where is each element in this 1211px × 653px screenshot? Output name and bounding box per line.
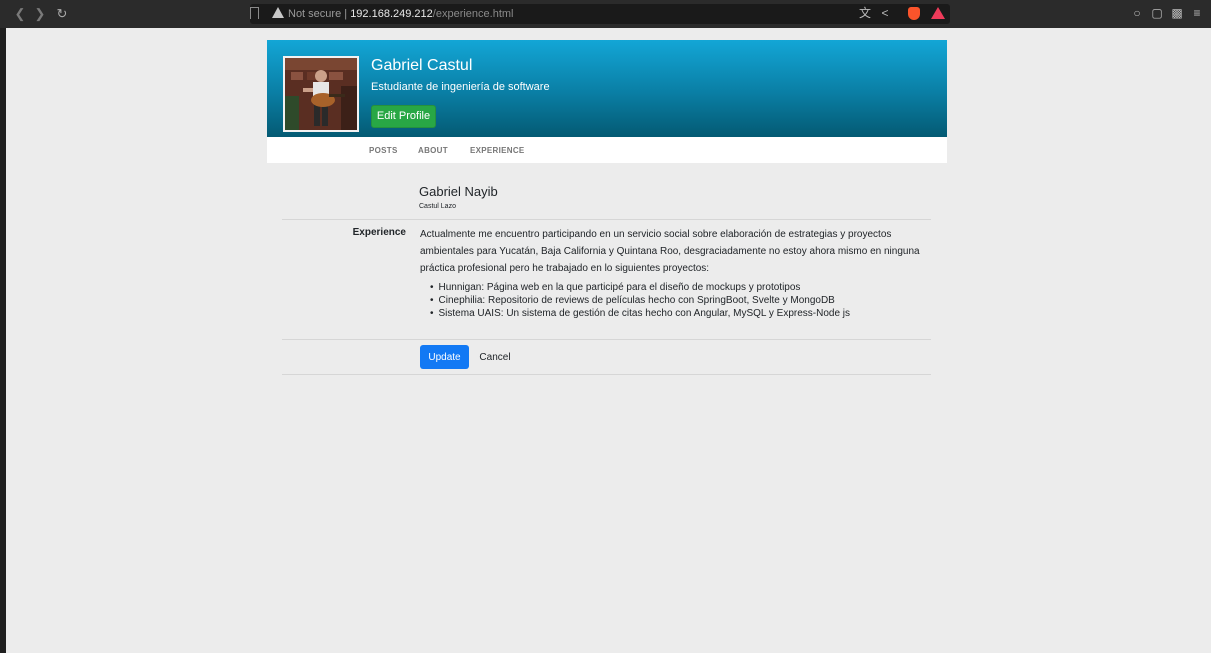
- list-item: Cinephilia: Repositorio de reviews de pe…: [430, 294, 950, 307]
- url-host: 192.168.249.212: [350, 8, 433, 20]
- brave-shield-icon[interactable]: [908, 7, 920, 20]
- forward-icon[interactable]: ❯: [32, 6, 48, 22]
- last-name: Castul Lazo: [419, 203, 456, 210]
- security-label: Not secure: [288, 8, 342, 20]
- page-viewport: Gabriel Castul Estudiante de ingeniería …: [6, 28, 1211, 653]
- share-icon[interactable]: <: [878, 6, 892, 20]
- divider: [282, 374, 931, 375]
- divider: [282, 219, 931, 220]
- tab-about[interactable]: ABOUT: [418, 146, 448, 155]
- list-item: Sistema UAIS: Un sistema de gestión de c…: [430, 307, 950, 320]
- url-path: /experience.html: [432, 8, 514, 20]
- project-list: Hunnigan: Página web en la que participé…: [430, 281, 950, 320]
- reload-icon[interactable]: ↻: [54, 6, 70, 22]
- sidebar-icon[interactable]: ▢: [1150, 6, 1164, 20]
- divider: [282, 339, 931, 340]
- profile-tabs: POSTS ABOUT EXPERIENCE: [267, 137, 947, 163]
- list-item: Hunnigan: Página web en la que participé…: [430, 281, 950, 294]
- bookmark-icon[interactable]: [250, 7, 259, 19]
- tab-posts[interactable]: POSTS: [369, 146, 398, 155]
- experience-label: Experience: [352, 227, 406, 238]
- profile-name: Gabriel Castul: [371, 57, 473, 74]
- brave-rewards-icon[interactable]: [931, 7, 945, 19]
- update-button[interactable]: Update: [420, 345, 469, 369]
- url-text[interactable]: Not secure | 192.168.249.212/experience.…: [288, 6, 514, 22]
- warning-icon: [272, 7, 284, 18]
- experience-description[interactable]: Actualmente me encuentro participando en…: [420, 226, 940, 277]
- cancel-button[interactable]: Cancel: [473, 345, 517, 369]
- tab-experience[interactable]: EXPERIENCE: [470, 146, 525, 155]
- menu-icon[interactable]: ≡: [1190, 6, 1204, 20]
- back-icon[interactable]: ❮: [12, 6, 28, 22]
- browser-toolbar: ❮ ❯ ↻ Not secure | 192.168.249.212/exper…: [0, 0, 1211, 28]
- edit-profile-button[interactable]: Edit Profile: [371, 105, 436, 128]
- extensions-icon[interactable]: ○: [1130, 6, 1144, 20]
- full-name: Gabriel Nayib: [419, 184, 498, 199]
- profile-header: Gabriel Castul Estudiante de ingeniería …: [267, 40, 947, 137]
- profile-tagline: Estudiante de ingeniería de software: [371, 81, 550, 93]
- translate-icon[interactable]: 文: [858, 6, 872, 20]
- wallet-icon[interactable]: ▩: [1170, 6, 1184, 20]
- avatar: [283, 56, 359, 132]
